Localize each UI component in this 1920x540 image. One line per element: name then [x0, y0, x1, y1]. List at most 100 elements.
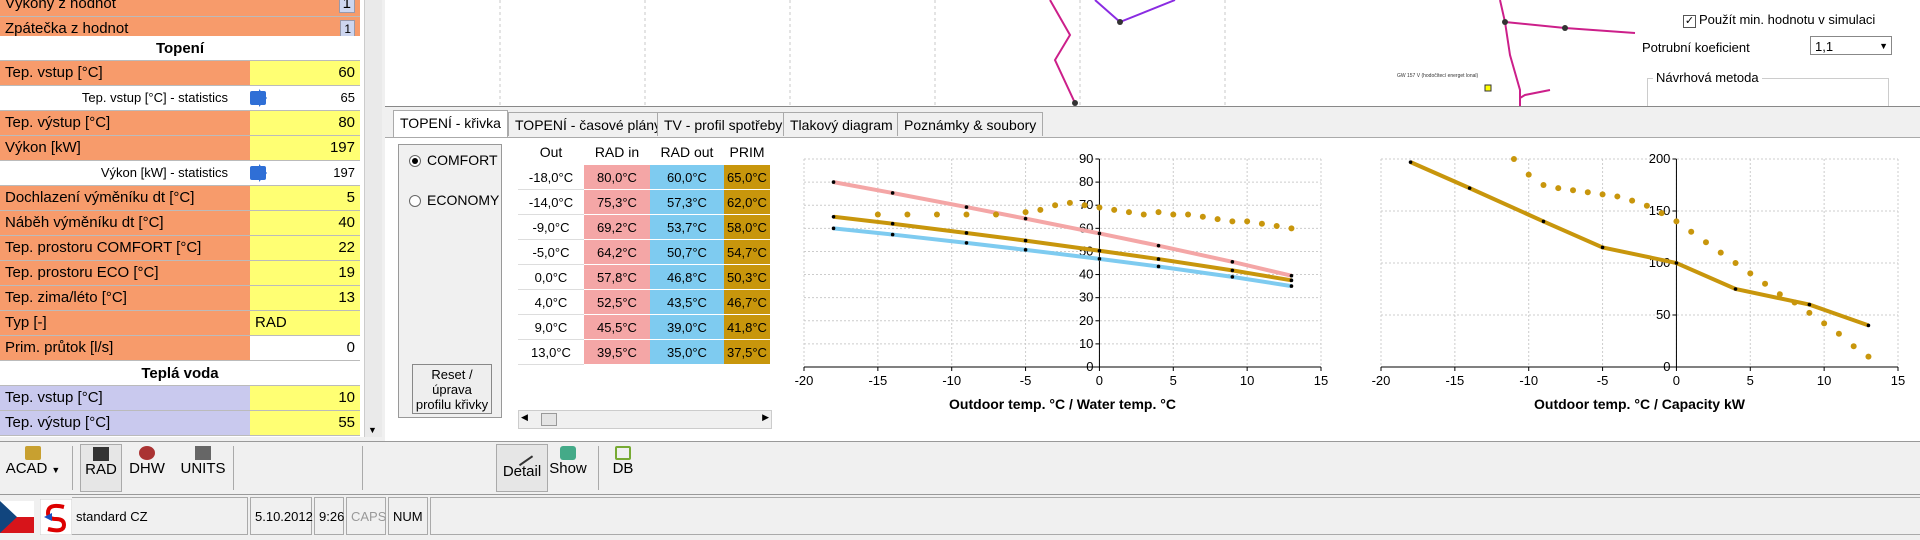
table-cell[interactable]: 35,0°C — [650, 340, 724, 365]
scroll-thumb[interactable] — [541, 413, 557, 426]
property-row[interactable]: Tep. zima/léto [°C] 13 — [0, 286, 360, 311]
detail-label: Detail — [502, 463, 542, 480]
vertical-scrollbar[interactable]: ▼ — [364, 0, 382, 437]
data-dot — [1125, 209, 1132, 216]
reset-curve-button[interactable]: Reset / úprava profilu křivky — [412, 364, 492, 414]
property-row[interactable]: Tep. prostoru COMFORT [°C] 22 — [0, 236, 360, 261]
tab-heating-curve[interactable]: TOPENÍ - křivka — [393, 110, 508, 138]
radio-economy[interactable]: ECONOMY — [409, 192, 499, 208]
table-cell[interactable]: 50,7°C — [650, 240, 724, 265]
table-cell[interactable]: 69,2°C — [584, 215, 650, 240]
table-cell[interactable]: 0,0°C — [518, 265, 584, 290]
table-cell[interactable]: 52,5°C — [584, 290, 650, 315]
arrow-right-icon[interactable] — [250, 164, 267, 182]
units-button[interactable]: UNITS — [178, 444, 228, 490]
statistics-row[interactable]: Tep. vstup [°C] - statistics 65 — [0, 86, 360, 111]
show-button[interactable]: Show — [548, 444, 588, 490]
table-cell[interactable]: 13,0°C — [518, 340, 584, 365]
table-cell[interactable]: 65,0°C — [724, 165, 770, 190]
status-time: 9:26 — [314, 497, 344, 535]
property-value[interactable]: 5 — [250, 186, 360, 210]
tab-heating-schedules[interactable]: TOPENÍ - časové plány — [508, 112, 669, 136]
property-row[interactable]: Tep. výstup [°C] 80 — [0, 111, 360, 136]
property-row[interactable]: Tep. výstup [°C] 55 — [0, 411, 360, 436]
table-cell[interactable]: 54,7°C — [724, 240, 770, 265]
table-cell[interactable]: 43,5°C — [650, 290, 724, 315]
scroll-left-icon[interactable]: ◀ — [521, 412, 528, 423]
table-cell[interactable]: 4,0°C — [518, 290, 584, 315]
property-row[interactable]: Typ [-] RAD — [0, 311, 360, 336]
tab-dhw-profile[interactable]: TV - profil spotřeby — [657, 112, 790, 136]
table-cell[interactable]: -14,0°C — [518, 190, 584, 215]
table-cell[interactable]: 57,3°C — [650, 190, 724, 215]
horizontal-scrollbar[interactable]: ◀ ▶ — [518, 410, 772, 429]
table-cell[interactable]: 39,5°C — [584, 340, 650, 365]
property-value[interactable]: RAD — [250, 311, 360, 335]
table-cell[interactable]: -5,0°C — [518, 240, 584, 265]
property-value[interactable]: 19 — [250, 261, 360, 285]
scroll-right-icon[interactable]: ▶ — [762, 412, 769, 423]
use-min-checkbox[interactable]: ✓ Použít min. hodnotu v simulaci — [1683, 12, 1875, 28]
property-row[interactable]: Dochlazení výměníku dt [°C] 5 — [0, 186, 360, 211]
property-row[interactable]: Tep. vstup [°C] 10 — [0, 386, 360, 411]
property-value[interactable]: 22 — [250, 236, 360, 260]
tab-pressure-diagram[interactable]: Tlakový diagram — [783, 112, 900, 136]
table-cell[interactable]: 46,8°C — [650, 265, 724, 290]
property-row[interactable]: Tep. prostoru ECO [°C] 19 — [0, 261, 360, 286]
scroll-down-icon[interactable]: ▼ — [368, 425, 377, 435]
table-cell[interactable]: 46,7°C — [724, 290, 770, 315]
table-cell[interactable]: -9,0°C — [518, 215, 584, 240]
data-point — [1807, 302, 1812, 307]
property-value[interactable]: 80 — [250, 111, 360, 135]
property-row[interactable]: Náběh výměníku dt [°C] 40 — [0, 211, 360, 236]
property-row[interactable]: Tep. vstup [°C] 60 — [0, 61, 360, 86]
table-cell[interactable]: 58,0°C — [724, 215, 770, 240]
property-row[interactable]: Výkony z hodnot 1 — [0, 0, 360, 17]
table-cell[interactable]: 75,3°C — [584, 190, 650, 215]
table-cell[interactable]: 57,8°C — [584, 265, 650, 290]
property-value[interactable]: 60 — [250, 61, 360, 85]
db-button[interactable]: DB — [605, 444, 641, 490]
radio-selected-icon[interactable] — [409, 155, 421, 168]
drawing-canvas[interactable]: GW 157 V (hodočítecí energet lonal) ✓ Pou… — [385, 0, 1920, 107]
detail-button[interactable]: Detail — [496, 443, 548, 492]
table-cell[interactable]: 62,0°C — [724, 190, 770, 215]
data-dot — [1510, 156, 1517, 162]
property-value[interactable]: 1 — [250, 0, 360, 16]
property-row[interactable]: Výkon [kW] 197 — [0, 136, 360, 161]
table-cell[interactable]: 80,0°C — [584, 165, 650, 190]
pipe-coef-select[interactable]: 1,1 ▼ — [1810, 36, 1892, 55]
table-cell[interactable]: 45,5°C — [584, 315, 650, 340]
property-value[interactable]: 197 — [250, 136, 360, 160]
table-cell[interactable]: 39,0°C — [650, 315, 724, 340]
drawing-tiny-label: GW 157 V (hodočítecí energet lonal) — [1397, 73, 1478, 79]
table-cell[interactable]: 37,5°C — [724, 340, 770, 365]
table-cell[interactable]: 64,2°C — [584, 240, 650, 265]
property-value[interactable]: 10 — [250, 386, 360, 410]
property-value[interactable]: 55 — [250, 411, 360, 435]
table-cell[interactable]: 60,0°C — [650, 165, 724, 190]
property-value[interactable]: 13 — [250, 286, 360, 310]
czech-flag-icon — [0, 501, 34, 533]
acad-button[interactable]: ACAD ▼ — [4, 444, 62, 490]
dropdown-arrow-icon[interactable]: ▼ — [51, 465, 60, 475]
table-cell[interactable]: 53,7°C — [650, 215, 724, 240]
table-cell[interactable]: 9,0°C — [518, 315, 584, 340]
radio-comfort[interactable]: COMFORT — [409, 152, 498, 168]
arrow-right-icon[interactable] — [250, 89, 267, 107]
radio-unselected-icon[interactable] — [409, 195, 421, 208]
table-cell[interactable]: 41,8°C — [724, 315, 770, 340]
statistics-row[interactable]: Výkon [kW] - statistics 197 — [0, 161, 360, 186]
property-value[interactable]: 40 — [250, 211, 360, 235]
checkmark-icon[interactable]: ✓ — [1683, 15, 1696, 28]
property-row[interactable]: Prim. průtok [l/s] 0 — [0, 336, 360, 361]
table-cell[interactable]: -18,0°C — [518, 165, 584, 190]
property-value[interactable]: 0 — [250, 336, 360, 360]
data-point — [1408, 160, 1413, 164]
section-heading-heating: Topení — [0, 36, 360, 61]
dhw-button[interactable]: DHW — [125, 444, 169, 490]
table-cell[interactable]: 50,3°C — [724, 265, 770, 290]
tab-notes-files[interactable]: Poznámky & soubory — [897, 112, 1044, 136]
rad-button[interactable]: RAD — [80, 444, 122, 492]
data-dot — [1835, 330, 1842, 337]
